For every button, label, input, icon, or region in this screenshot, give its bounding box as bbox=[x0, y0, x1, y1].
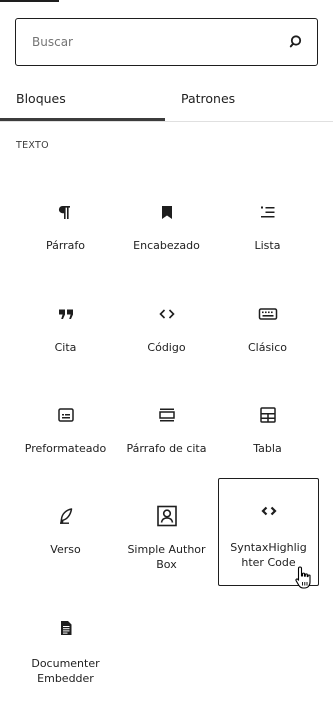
search-icon[interactable] bbox=[289, 34, 305, 50]
block-label: Encabezado bbox=[133, 239, 200, 252]
block-simple-author-box[interactable]: Simple Author Box bbox=[112, 485, 221, 593]
list-icon bbox=[256, 200, 280, 224]
block-label: Párrafo de cita bbox=[126, 442, 207, 455]
search-box[interactable] bbox=[15, 18, 318, 66]
block-paragraph[interactable]: Párrafo bbox=[11, 181, 120, 289]
category-heading: TEXTO bbox=[16, 140, 49, 151]
block-label: Párrafo bbox=[45, 239, 86, 252]
block-label: Tabla bbox=[253, 442, 282, 455]
block-classic[interactable]: Clásico bbox=[213, 283, 322, 391]
block-label: Código bbox=[147, 341, 186, 354]
active-tab-indicator bbox=[0, 118, 165, 121]
author-box-icon bbox=[155, 504, 179, 528]
block-documenter-embedder[interactable]: Documenter Embedder bbox=[11, 601, 120, 709]
block-label: Cita bbox=[54, 341, 77, 354]
pullquote-icon bbox=[155, 403, 179, 427]
block-label: Lista bbox=[254, 239, 281, 252]
block-code[interactable]: Código bbox=[112, 283, 221, 391]
block-label: Verso bbox=[50, 543, 81, 556]
block-pullquote[interactable]: Párrafo de cita bbox=[112, 384, 221, 492]
block-list[interactable]: Lista bbox=[213, 181, 322, 289]
block-heading[interactable]: Encabezado bbox=[112, 181, 221, 289]
table-icon bbox=[256, 403, 280, 427]
paragraph-icon bbox=[54, 200, 78, 224]
top-edge-bar bbox=[0, 0, 59, 2]
code-icon bbox=[155, 302, 179, 326]
block-label: Preformateado bbox=[24, 442, 107, 455]
preformatted-icon bbox=[54, 403, 78, 427]
tab-blocks[interactable]: Bloques bbox=[16, 80, 66, 120]
quote-icon bbox=[54, 302, 78, 326]
bookmark-icon bbox=[155, 200, 179, 224]
block-label: Simple Author Box bbox=[127, 543, 206, 571]
tab-patterns[interactable]: Patrones bbox=[181, 80, 235, 120]
keyboard-icon bbox=[256, 302, 280, 326]
inserter-tabs: Bloques Patrones bbox=[0, 80, 333, 122]
block-label: Documenter Embedder bbox=[31, 657, 100, 685]
block-verse[interactable]: Verso bbox=[11, 485, 120, 593]
block-label: Clásico bbox=[247, 341, 288, 354]
code-brackets-icon bbox=[257, 499, 281, 523]
block-table[interactable]: Tabla bbox=[213, 384, 322, 492]
block-quote[interactable]: Cita bbox=[11, 283, 120, 391]
feather-icon bbox=[54, 504, 78, 528]
search-input[interactable] bbox=[32, 19, 282, 65]
hand-cursor-icon bbox=[295, 566, 311, 589]
document-icon bbox=[54, 616, 78, 640]
block-preformatted[interactable]: Preformateado bbox=[11, 384, 120, 492]
